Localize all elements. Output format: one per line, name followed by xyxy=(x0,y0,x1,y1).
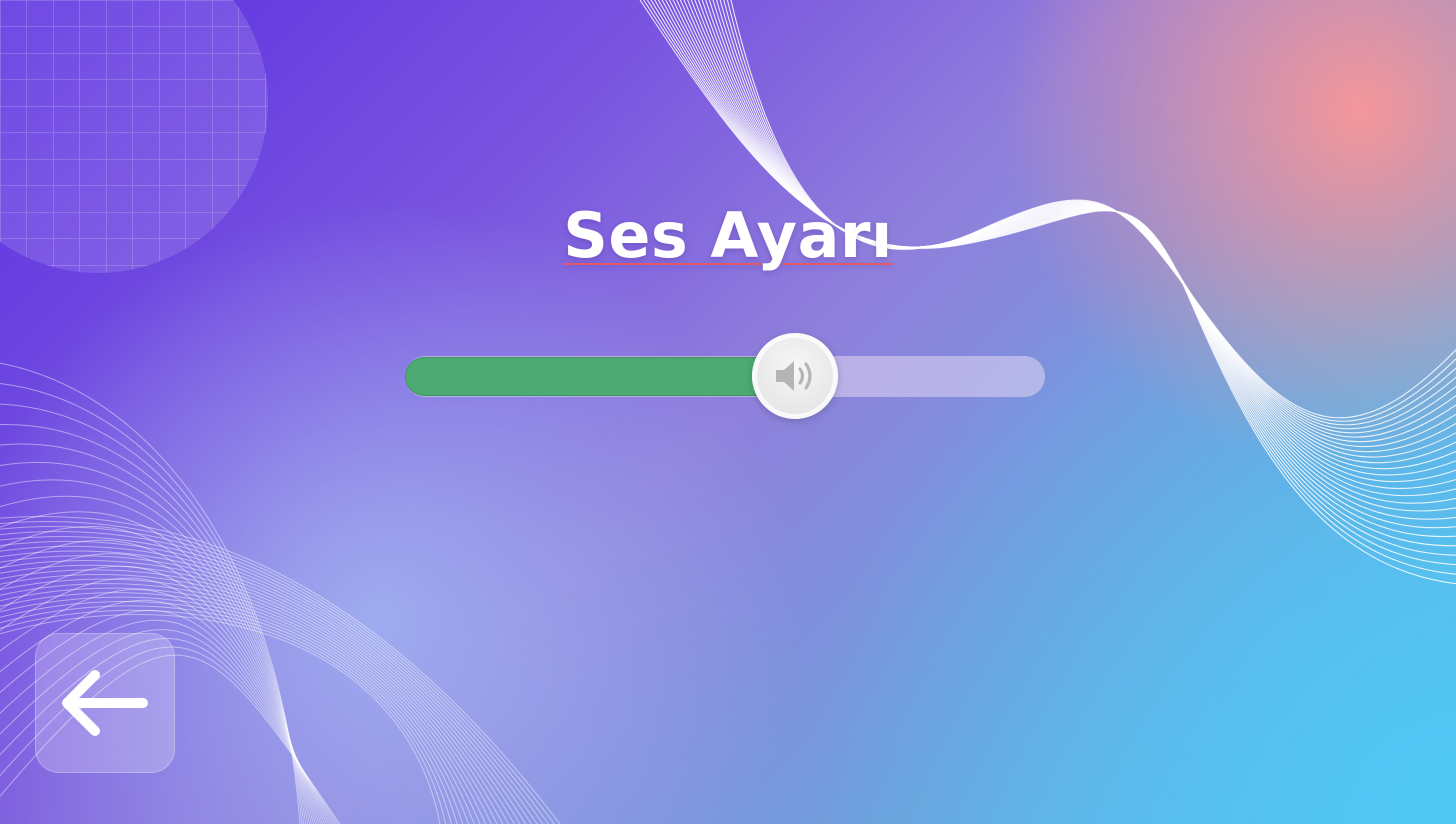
speaker-volume-icon xyxy=(776,361,812,391)
volume-slider-fill xyxy=(405,357,795,396)
volume-slider[interactable] xyxy=(405,333,1045,419)
wave-line xyxy=(650,0,1456,556)
wave-line xyxy=(643,0,1456,575)
wave-line xyxy=(639,0,1456,585)
page-title-text: Ses Ayarı xyxy=(563,199,893,272)
volume-slider-thumb[interactable] xyxy=(752,333,838,419)
settings-screen: Ses Ayarı xyxy=(0,0,1456,824)
wave-lines-decoration xyxy=(639,0,1456,585)
page-title: Ses Ayarı xyxy=(0,196,1456,276)
wave-line xyxy=(646,0,1456,566)
back-button[interactable] xyxy=(35,633,175,773)
background-decoration xyxy=(0,0,1456,824)
arrow-left-icon xyxy=(62,670,148,736)
